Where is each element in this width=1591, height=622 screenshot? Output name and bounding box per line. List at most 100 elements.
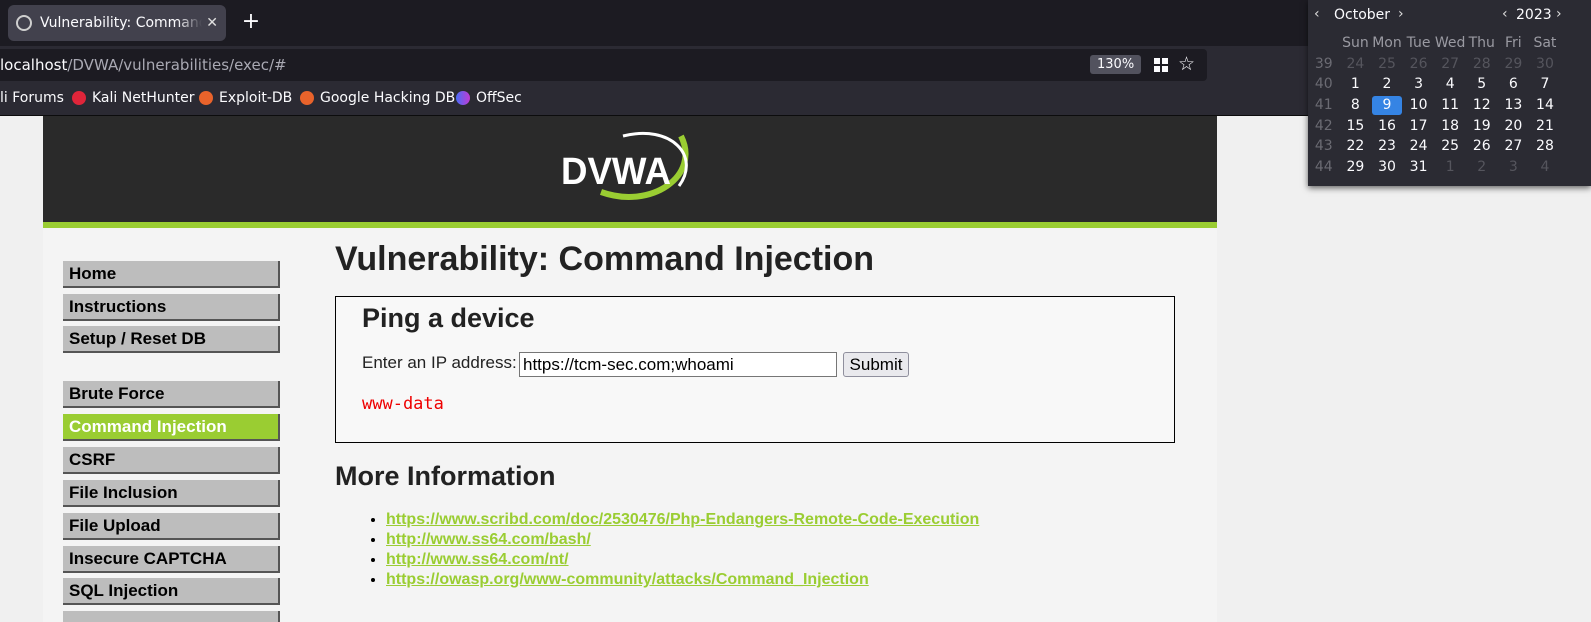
calendar-day[interactable]: 28 xyxy=(1466,54,1498,75)
bookmark-label: Kali NetHunter xyxy=(92,90,195,106)
calendar-day[interactable]: 21 xyxy=(1529,115,1561,136)
calendar-grid: Sun Mon Tue Wed Thu Fri Sat 39 24 25 26 … xyxy=(1308,33,1561,177)
offsec-icon xyxy=(456,91,470,105)
calendar-day[interactable]: 24 xyxy=(1340,54,1372,75)
weekday-header: Sun Mon Tue Wed Thu Fri Sat xyxy=(1308,33,1561,54)
calendar-day[interactable]: 22 xyxy=(1340,136,1372,157)
next-month-icon[interactable]: › xyxy=(1398,6,1404,22)
bookmark-offsec[interactable]: OffSec xyxy=(456,90,522,106)
calendar-day[interactable]: 17 xyxy=(1403,115,1435,136)
calendar-day[interactable]: 30 xyxy=(1529,54,1561,75)
calendar-day[interactable]: 19 xyxy=(1466,115,1498,136)
prev-year-icon[interactable]: ‹ xyxy=(1502,6,1508,22)
menu-item-insecure-captcha[interactable]: Insecure CAPTCHA xyxy=(63,546,280,573)
browser-tab[interactable]: Vulnerability: Command Injection :: Damn… xyxy=(8,5,226,41)
menu-item-home[interactable]: Home xyxy=(63,261,280,288)
bookmark-kali-forums[interactable]: li Forums xyxy=(0,90,64,106)
calendar-day[interactable]: 8 xyxy=(1340,95,1372,116)
calendar-day[interactable]: 3 xyxy=(1403,74,1435,95)
more-info-links: https://www.scribd.com/doc/2530476/Php-E… xyxy=(356,510,979,590)
close-tab-icon[interactable]: ✕ xyxy=(206,15,218,31)
week-number: 39 xyxy=(1314,55,1333,72)
calendar-day[interactable]: 6 xyxy=(1498,74,1530,95)
calendar-day[interactable]: 30 xyxy=(1371,157,1403,178)
calendar-day[interactable]: 1 xyxy=(1340,74,1372,95)
calendar-day[interactable]: 13 xyxy=(1498,95,1530,116)
menu-item-sql-injection[interactable]: SQL Injection xyxy=(63,578,280,605)
weekday-label: Thu xyxy=(1468,35,1495,52)
menu-item-file-upload[interactable]: File Upload xyxy=(63,513,280,540)
weekday-label: Wed xyxy=(1434,35,1466,52)
weekday-label: Fri xyxy=(1505,35,1522,52)
calendar-day-selected[interactable]: 9 xyxy=(1371,95,1403,116)
calendar-day[interactable]: 26 xyxy=(1466,136,1498,157)
calendar-day[interactable]: 3 xyxy=(1498,157,1530,178)
calendar-day[interactable]: 27 xyxy=(1498,136,1530,157)
menu-item-command-injection[interactable]: Command Injection xyxy=(63,414,280,441)
calendar-day[interactable]: 31 xyxy=(1403,157,1435,178)
link-scribd[interactable]: https://www.scribd.com/doc/2530476/Php-E… xyxy=(386,511,979,528)
menu-item-file-inclusion[interactable]: File Inclusion xyxy=(63,480,280,507)
calendar-week: 42 15 16 17 18 19 20 21 xyxy=(1308,115,1561,136)
menu-item-csrf[interactable]: CSRF xyxy=(63,447,280,474)
calendar-day[interactable]: 25 xyxy=(1371,54,1403,75)
calendar-day[interactable]: 23 xyxy=(1371,136,1403,157)
weekday-label: Sat xyxy=(1533,35,1557,52)
zoom-level-button[interactable]: 130% xyxy=(1090,55,1142,74)
dvwa-header: DVWA xyxy=(43,116,1217,222)
calendar-day[interactable]: 4 xyxy=(1434,74,1466,95)
calendar-year[interactable]: 2023 xyxy=(1516,7,1552,23)
calendar-day[interactable]: 7 xyxy=(1529,74,1561,95)
bookmark-exploit-db[interactable]: Exploit-DB xyxy=(199,90,292,106)
calendar-day[interactable]: 28 xyxy=(1529,136,1561,157)
bookmark-google-hacking-db[interactable]: Google Hacking DB xyxy=(300,90,455,106)
calendar-day[interactable]: 25 xyxy=(1434,136,1466,157)
calendar-day[interactable]: 27 xyxy=(1434,54,1466,75)
calendar-day[interactable]: 24 xyxy=(1403,136,1435,157)
next-year-icon[interactable]: › xyxy=(1556,6,1562,22)
prev-month-icon[interactable]: ‹ xyxy=(1314,6,1320,22)
ip-address-input[interactable] xyxy=(519,352,837,377)
calendar-day[interactable]: 15 xyxy=(1340,115,1372,136)
ping-form-box: Ping a device Enter an IP address: Submi… xyxy=(335,296,1175,443)
bookmark-kali-nethunter[interactable]: Kali NetHunter xyxy=(72,90,194,106)
week-number: 42 xyxy=(1314,117,1333,134)
calendar-day[interactable]: 10 xyxy=(1403,95,1435,116)
calendar-day[interactable]: 29 xyxy=(1498,54,1530,75)
menu-item-next[interactable] xyxy=(63,611,280,622)
dvwa-logo[interactable]: DVWA xyxy=(561,126,701,210)
bookmark-star-icon[interactable]: ☆ xyxy=(1178,53,1195,75)
calendar-day[interactable]: 4 xyxy=(1529,157,1561,178)
menu-item-setup-reset-db[interactable]: Setup / Reset DB xyxy=(63,326,280,353)
week-number: 43 xyxy=(1314,138,1333,155)
calendar-day[interactable]: 16 xyxy=(1371,115,1403,136)
calendar-day[interactable]: 20 xyxy=(1498,115,1530,136)
calendar-day[interactable]: 1 xyxy=(1434,157,1466,178)
calendar-day[interactable]: 12 xyxy=(1466,95,1498,116)
link-ss64-bash[interactable]: http://www.ss64.com/bash/ xyxy=(386,531,591,548)
calendar-day[interactable]: 5 xyxy=(1466,74,1498,95)
menu-item-instructions[interactable]: Instructions xyxy=(63,294,280,321)
address-bar[interactable]: localhost/DVWA/vulnerabilities/exec/# 13… xyxy=(0,49,1207,81)
calendar-day[interactable]: 18 xyxy=(1434,115,1466,136)
calendar-week: 41 8 9 10 11 12 13 14 xyxy=(1308,95,1561,116)
tab-title: Vulnerability: Command Injection :: Damn… xyxy=(40,15,203,31)
menu-item-brute-force[interactable]: Brute Force xyxy=(63,381,280,408)
new-tab-button[interactable]: + xyxy=(238,9,264,35)
link-owasp[interactable]: https://owasp.org/www-community/attacks/… xyxy=(386,571,869,588)
calendar-day[interactable]: 26 xyxy=(1403,54,1435,75)
url-text[interactable]: localhost/DVWA/vulnerabilities/exec/# xyxy=(0,56,287,74)
list-item: https://owasp.org/www-community/attacks/… xyxy=(386,570,979,590)
calendar-month[interactable]: October xyxy=(1334,7,1390,23)
calendar-day[interactable]: 11 xyxy=(1434,95,1466,116)
link-ss64-nt[interactable]: http://www.ss64.com/nt/ xyxy=(386,551,569,568)
calendar-day[interactable]: 2 xyxy=(1371,74,1403,95)
calendar-day[interactable]: 29 xyxy=(1340,157,1372,178)
calendar-day[interactable]: 2 xyxy=(1466,157,1498,178)
submit-button[interactable]: Submit xyxy=(843,352,909,377)
dvwa-page: DVWA Home Instructions Setup / Reset DB … xyxy=(43,116,1217,622)
bookmark-label: li Forums xyxy=(0,90,64,106)
calendar-week: 40 1 2 3 4 5 6 7 xyxy=(1308,74,1561,95)
calendar-day[interactable]: 14 xyxy=(1529,95,1561,116)
extensions-grid-icon[interactable] xyxy=(1154,58,1168,72)
